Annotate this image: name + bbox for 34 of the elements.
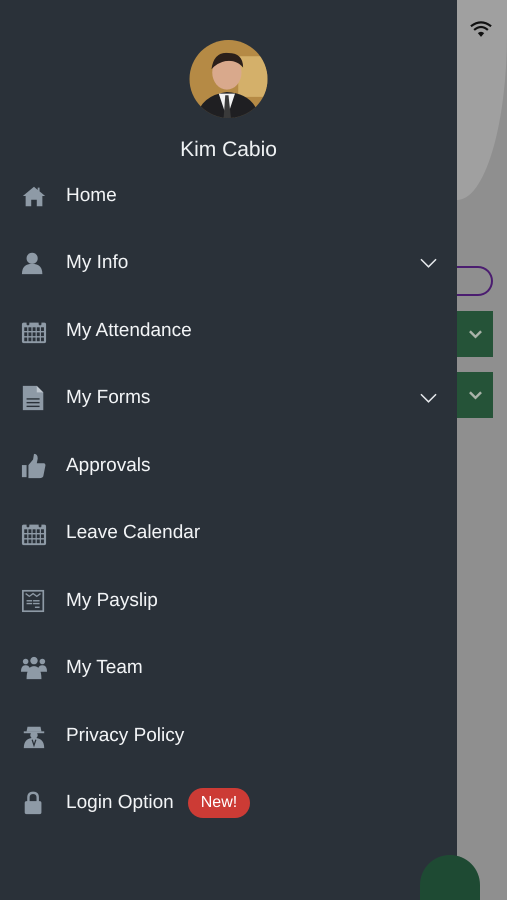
menu-item[interactable]: My Info xyxy=(0,230,457,297)
menu-item[interactable]: Privacy Policy xyxy=(0,702,457,770)
menu-label: My Info xyxy=(66,252,128,274)
thumbs-up-icon xyxy=(21,452,47,479)
wifi-icon xyxy=(470,21,492,38)
chevron-down-icon xyxy=(468,330,482,338)
menu-label: My Payslip xyxy=(66,590,158,612)
user-name: Kim Cabio xyxy=(180,138,277,162)
floating-button[interactable] xyxy=(420,855,480,900)
dropdown-button[interactable] xyxy=(457,372,493,418)
menu-item[interactable]: Approvals xyxy=(0,432,457,500)
menu-label: My Attendance xyxy=(66,320,192,342)
menu-label: Approvals xyxy=(66,454,150,477)
receipt-icon xyxy=(21,588,47,614)
menu-label: Privacy Policy xyxy=(66,724,184,747)
chevron-down-icon xyxy=(468,390,482,400)
menu-item[interactable]: My Team xyxy=(0,634,457,702)
chevron-down-icon[interactable] xyxy=(420,258,437,268)
menu-label: Home xyxy=(66,184,117,207)
menu-label: Login Option xyxy=(66,792,174,814)
input-field[interactable] xyxy=(457,266,493,296)
menu-item[interactable]: My Payslip xyxy=(0,567,457,634)
menu-item[interactable]: Home xyxy=(0,162,457,230)
group-icon xyxy=(21,655,47,682)
menu-item[interactable]: My Forms xyxy=(0,364,457,432)
menu-item[interactable]: My Attendance xyxy=(0,297,457,364)
menu-label: Leave Calendar xyxy=(66,522,200,544)
new-badge: New! xyxy=(188,788,250,818)
menu-label: My Team xyxy=(66,657,143,680)
dropdown-button[interactable] xyxy=(457,311,493,357)
menu-label: My Forms xyxy=(66,387,150,410)
menu-item[interactable]: Login Option New! xyxy=(0,770,457,837)
menu-item[interactable]: Leave Calendar xyxy=(0,500,457,567)
chevron-down-icon[interactable] xyxy=(420,393,437,404)
